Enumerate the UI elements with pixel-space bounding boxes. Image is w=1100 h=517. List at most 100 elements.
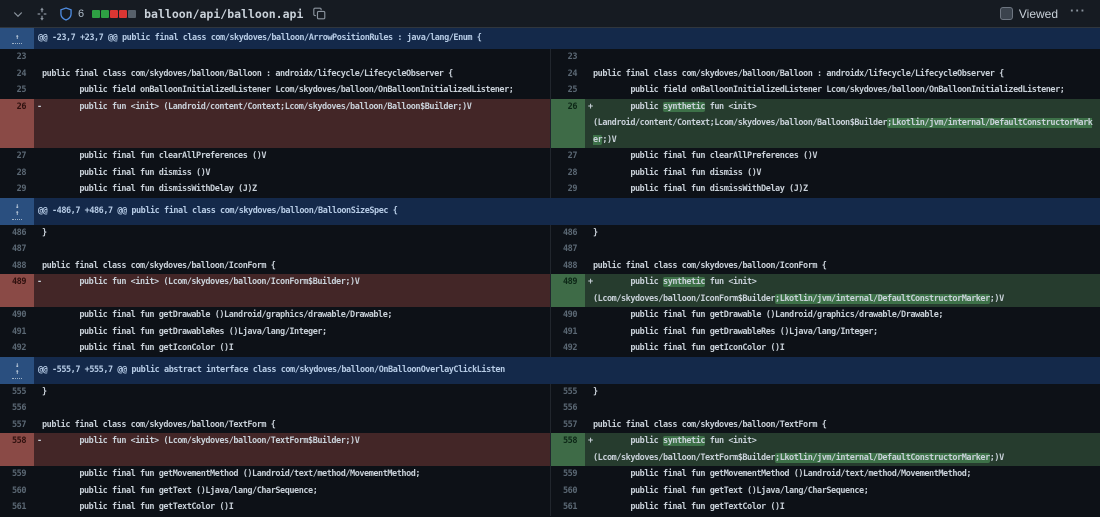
- chevron-down-icon[interactable]: [10, 6, 26, 22]
- new-line-number[interactable]: 558: [551, 433, 585, 466]
- diff-side-old: 25 public field onBalloonInitializedList…: [0, 82, 550, 99]
- new-line-number[interactable]: 24: [551, 66, 585, 83]
- old-line-number[interactable]: 560: [0, 483, 34, 500]
- old-line-number[interactable]: 556: [0, 400, 34, 417]
- code-segment: public final fun getDrawableRes ()Ljava/…: [593, 327, 878, 337]
- code-line: }: [34, 384, 550, 401]
- code-segment: public final fun getDrawable ()Landroid/…: [42, 310, 392, 320]
- new-line-number[interactable]: 557: [551, 417, 585, 434]
- diff-side-new: 28 public final fun dismiss ()V: [550, 165, 1100, 182]
- new-line-number[interactable]: 561: [551, 499, 585, 516]
- kebab-menu-icon[interactable]: ···: [1066, 3, 1090, 24]
- code-segment: }: [593, 387, 598, 397]
- diffstat-block-added: [92, 10, 100, 18]
- viewed-checkbox[interactable]: [1000, 7, 1013, 20]
- code-segment: public final fun clearAllPreferences ()V: [593, 151, 817, 161]
- new-line-number[interactable]: 492: [551, 340, 585, 357]
- old-line-number[interactable]: 29: [0, 181, 34, 198]
- code-segment: public: [593, 436, 663, 446]
- diff-side-new: 489+ public synthetic fun <init> (Lcom/s…: [550, 274, 1100, 307]
- diff-side-old: 558- public fun <init> (Lcom/skydoves/ba…: [0, 433, 550, 466]
- code-line: public final fun getText ()Ljava/lang/Ch…: [585, 483, 1100, 500]
- new-line-number[interactable]: 489: [551, 274, 585, 307]
- new-line-number[interactable]: 556: [551, 400, 585, 417]
- code-segment: public final fun getIconColor ()I: [42, 343, 233, 353]
- diff-row: 486}486}: [0, 225, 1100, 242]
- diff-side-new: 23: [550, 49, 1100, 66]
- file-name-link[interactable]: balloon/api/balloon.api: [144, 7, 303, 21]
- old-line-number[interactable]: 486: [0, 225, 34, 242]
- old-line-number[interactable]: 558: [0, 433, 34, 466]
- old-line-number[interactable]: 24: [0, 66, 34, 83]
- diffstat-block-neutral: [128, 10, 136, 18]
- diff-side-old: 559 public final fun getMovementMethod (…: [0, 466, 550, 483]
- old-line-number[interactable]: 492: [0, 340, 34, 357]
- code-line: [34, 241, 550, 258]
- code-segment: }: [42, 387, 47, 397]
- word-diff-highlight: ;Lkotlin/jvm/internal/DefaultConstructor…: [775, 453, 990, 463]
- expand-all-icon[interactable]: [34, 6, 50, 22]
- expand-dashes: [12, 219, 22, 220]
- old-line-number[interactable]: 27: [0, 148, 34, 165]
- diff-side-new: 486}: [550, 225, 1100, 242]
- diffstat-block-deleted: [110, 10, 118, 18]
- expand-hunk-button[interactable]: ↑: [0, 28, 34, 49]
- diff-side-old: 561 public final fun getTextColor ()I: [0, 499, 550, 516]
- code-line: public final fun getDrawable ()Landroid/…: [585, 307, 1100, 324]
- old-line-number[interactable]: 25: [0, 82, 34, 99]
- diff-side-old: 28 public final fun dismiss ()V: [0, 165, 550, 182]
- new-line-number[interactable]: 555: [551, 384, 585, 401]
- file-header: 6 balloon/api/balloon.api Viewed ···: [0, 0, 1100, 28]
- code-line: public final fun clearAllPreferences ()V: [34, 148, 550, 165]
- new-line-number[interactable]: 27: [551, 148, 585, 165]
- diff-row: 26- public fun <init> (Landroid/content/…: [0, 99, 1100, 149]
- old-line-number[interactable]: 555: [0, 384, 34, 401]
- new-line-number[interactable]: 29: [551, 181, 585, 198]
- old-line-number[interactable]: 487: [0, 241, 34, 258]
- old-line-number[interactable]: 489: [0, 274, 34, 307]
- diff-side-new: 555}: [550, 384, 1100, 401]
- old-line-number[interactable]: 26: [0, 99, 34, 149]
- new-line-number[interactable]: 25: [551, 82, 585, 99]
- diff-marker: +: [588, 274, 593, 291]
- code-line: public final fun getDrawableRes ()Ljava/…: [34, 324, 550, 341]
- new-line-number[interactable]: 488: [551, 258, 585, 275]
- diff-row: 28 public final fun dismiss ()V28 public…: [0, 165, 1100, 182]
- word-diff-highlight: synthetic: [663, 277, 705, 287]
- copy-icon[interactable]: [311, 6, 327, 22]
- old-line-number[interactable]: 488: [0, 258, 34, 275]
- code-segment: public final fun getText ()Ljava/lang/Ch…: [593, 486, 868, 496]
- new-line-number[interactable]: 486: [551, 225, 585, 242]
- code-segment: public fun <init> (Landroid/content/Cont…: [42, 102, 471, 112]
- new-line-number[interactable]: 491: [551, 324, 585, 341]
- code-line: public final fun getMovementMethod ()Lan…: [34, 466, 550, 483]
- old-line-number[interactable]: 491: [0, 324, 34, 341]
- expand-hunk-button[interactable]: ↓↑: [0, 198, 34, 225]
- diff-side-new: 559 public final fun getMovementMethod (…: [550, 466, 1100, 483]
- old-line-number[interactable]: 28: [0, 165, 34, 182]
- code-segment: public: [593, 277, 663, 287]
- old-line-number[interactable]: 557: [0, 417, 34, 434]
- old-line-number[interactable]: 559: [0, 466, 34, 483]
- word-diff-highlight: synthetic: [663, 102, 705, 112]
- shield-icon[interactable]: [58, 6, 74, 22]
- old-line-number[interactable]: 23: [0, 49, 34, 66]
- new-line-number[interactable]: 487: [551, 241, 585, 258]
- new-line-number[interactable]: 26: [551, 99, 585, 149]
- code-segment: public final class com/skydoves/balloon/…: [593, 420, 826, 430]
- diff-row: 556 556: [0, 400, 1100, 417]
- new-line-number[interactable]: 559: [551, 466, 585, 483]
- expand-hunk-button[interactable]: ↓↑: [0, 357, 34, 384]
- old-line-number[interactable]: 490: [0, 307, 34, 324]
- new-line-number[interactable]: 560: [551, 483, 585, 500]
- new-line-number[interactable]: 490: [551, 307, 585, 324]
- shield-badge: 6: [58, 6, 84, 22]
- old-line-number[interactable]: 561: [0, 499, 34, 516]
- new-line-number[interactable]: 28: [551, 165, 585, 182]
- viewed-toggle[interactable]: Viewed: [1000, 7, 1058, 21]
- code-segment: public field onBalloonInitializedListene…: [42, 85, 513, 95]
- new-line-number[interactable]: 23: [551, 49, 585, 66]
- diffstat: [92, 10, 136, 18]
- code-line: [34, 400, 550, 417]
- code-line: }: [585, 384, 1100, 401]
